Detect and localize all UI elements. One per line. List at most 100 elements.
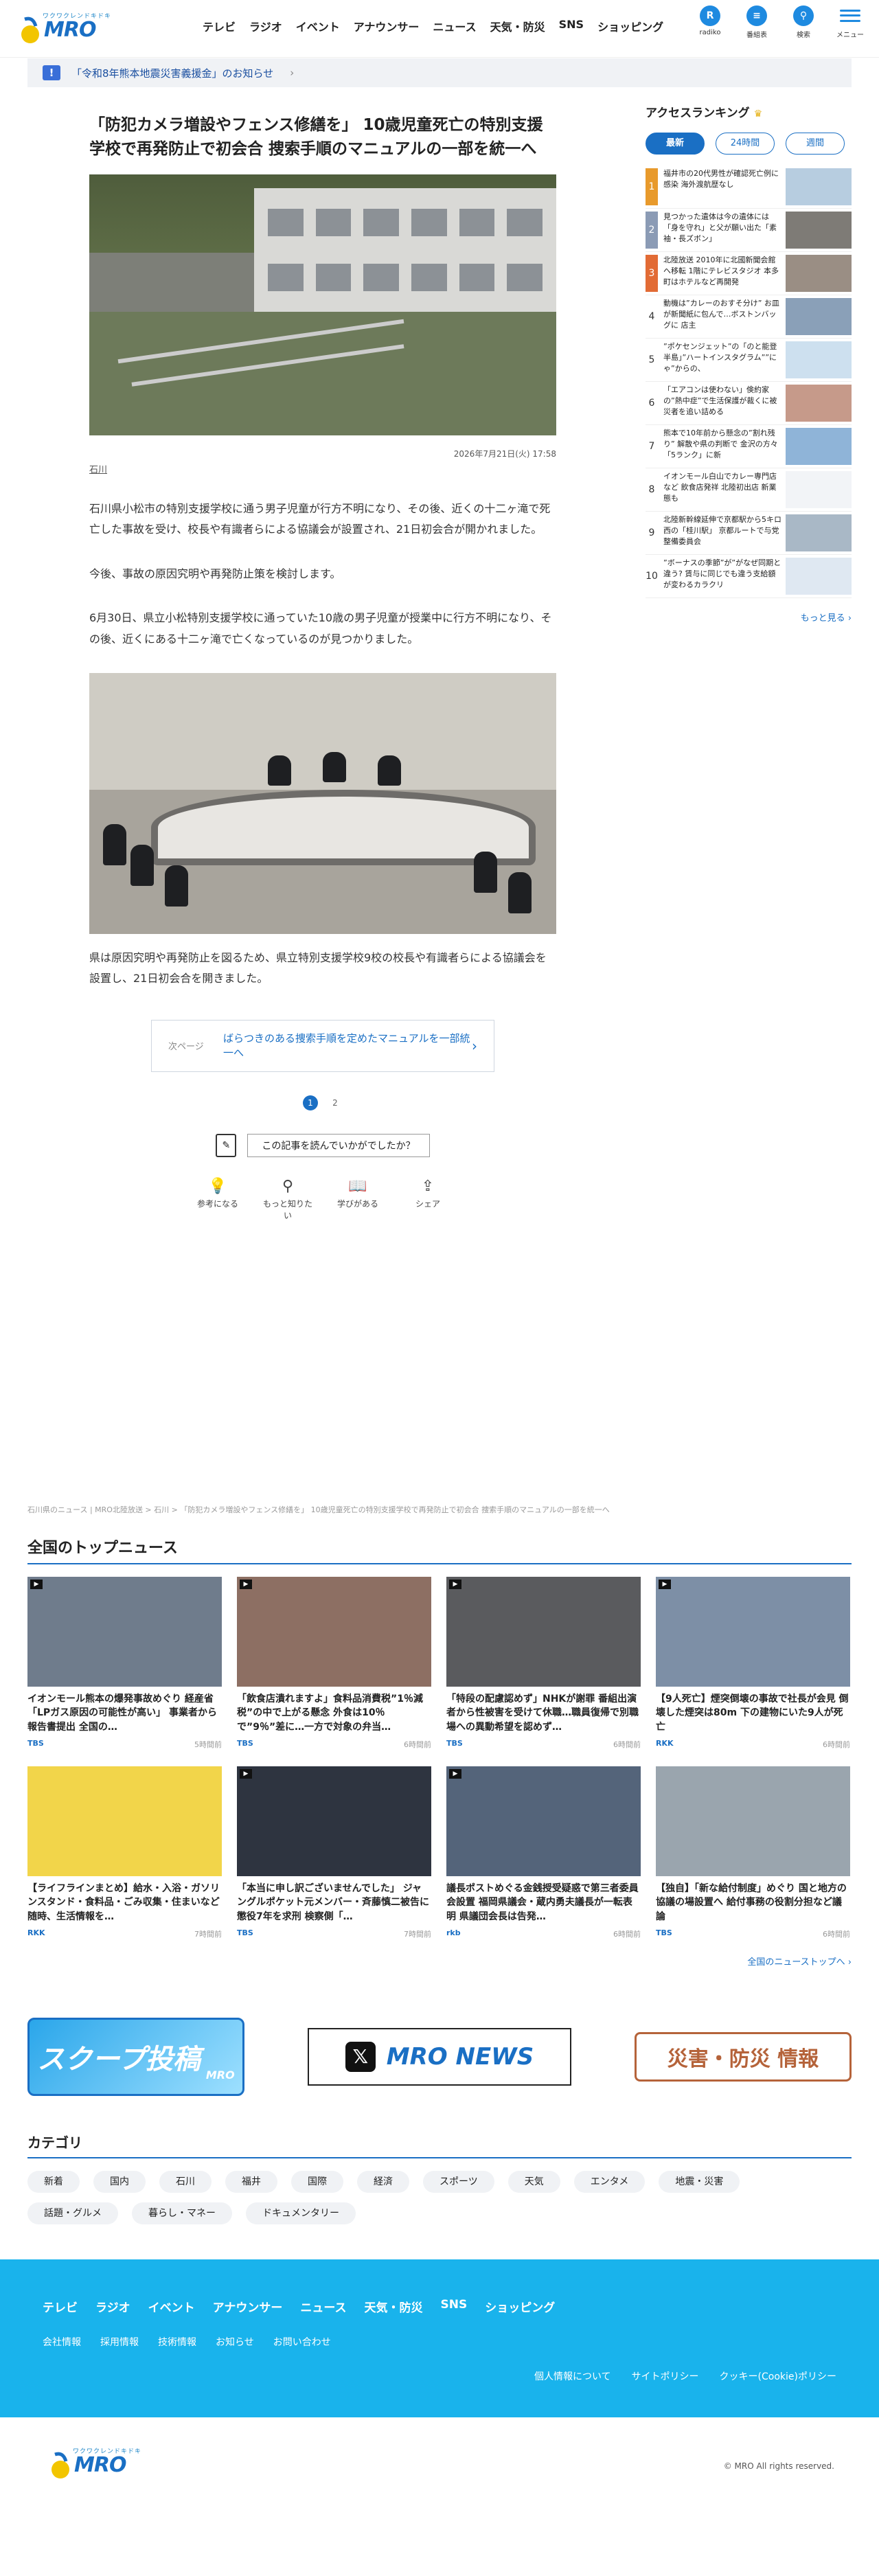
news-card[interactable]: ▶ 議長ポストめぐる金銭授受疑惑で第三者委員会設置 福岡県議会・蔵内勇夫議長が一転… xyxy=(446,1766,641,1939)
news-card[interactable]: ▶ 「飲食店潰れますよ」食料品消費税”1％減税”の中で上がる懸念 外食は10％で”… xyxy=(237,1577,431,1750)
news-time: 5時間前 xyxy=(194,1740,222,1749)
ranking-item[interactable]: 10 ”ボーナスの季節”が”がなぜ同期と違う? 賃与に同じでも違う支給額が変わるカ… xyxy=(646,555,852,598)
share-button[interactable]: ⇪ シェア xyxy=(402,1178,454,1221)
category-chip[interactable]: ドキュメンタリー xyxy=(246,2202,356,2224)
scoop-post-banner[interactable]: スクープ投稿 MRO xyxy=(27,2018,244,2096)
category-chip[interactable]: 福井 xyxy=(225,2171,277,2193)
footer-sub-nav: 会社情報 採用情報 技術情報 お知らせ お問い合わせ xyxy=(43,2335,331,2349)
footer-nav-weather[interactable]: 天気・防災 xyxy=(365,2298,423,2315)
footer-recruit-link[interactable]: 採用情報 xyxy=(100,2335,139,2349)
search-button[interactable]: ⚲ 検索 xyxy=(788,5,819,39)
category-chip[interactable]: 地震・災害 xyxy=(659,2171,740,2193)
share-icon: ⇪ xyxy=(421,1177,435,1195)
ranking-item[interactable]: 4 動機は”カレーのおすそ分け” お皿が新聞紙に包んで…ボストンバッグに 店主 xyxy=(646,295,852,339)
news-card[interactable]: 【ライフラインまとめ】給水・入浴・ガソリンスタンド・食料品・ごみ収集・住まいなど… xyxy=(27,1766,222,1939)
news-card[interactable]: 【独自】「新な給付制度」めぐり 国と地方の協議の場設置へ 給付事務の役割分担など… xyxy=(656,1766,850,1939)
reaction-useful-button[interactable]: 💡 参考になる xyxy=(192,1178,244,1221)
x-banner-text: MRO NEWS xyxy=(386,2043,534,2071)
footer-nav-tv[interactable]: テレビ xyxy=(43,2298,78,2315)
top-news-more-link[interactable]: 全国のニューストップへ › xyxy=(27,1954,852,1968)
ranking-item[interactable]: 8 イオンモール白山でカレー専門店など 飲食店発祥 北陸初出店 新業態も xyxy=(646,468,852,512)
category-chip[interactable]: スポーツ xyxy=(423,2171,494,2193)
breadcrumb[interactable]: 石川県のニュース | MRO北陸放送 > 石川 > 「防犯カメラ増設やフェンス修… xyxy=(27,1504,852,1515)
article-area-link[interactable]: 石川 xyxy=(89,462,556,475)
category-chip[interactable]: 石川 xyxy=(159,2171,212,2193)
tab-24h[interactable]: 24時間 xyxy=(716,133,775,155)
page-2[interactable]: 2 xyxy=(328,1095,343,1110)
news-card[interactable]: ▶ 「本当に申し訳ございませんでした」 ジャングルポケット元メンバー・斉藤慎二被告… xyxy=(237,1766,431,1939)
notice-text: 「令和8年熊本地震災害義援金」のお知らせ xyxy=(71,67,274,80)
cookie-policy-link[interactable]: クッキー(Cookie)ポリシー xyxy=(720,2369,836,2383)
footer-nav-announcer[interactable]: アナウンサー xyxy=(213,2298,283,2315)
footer-company-link[interactable]: 会社情報 xyxy=(43,2335,81,2349)
category-chip[interactable]: 国際 xyxy=(291,2171,343,2193)
footer-nav-event[interactable]: イベント xyxy=(148,2298,195,2315)
radiko-label: radiko xyxy=(699,29,721,36)
category-chip[interactable]: 天気 xyxy=(507,2171,560,2193)
ranking-thumbnail xyxy=(786,341,852,378)
category-chip[interactable]: 暮らし・マネー xyxy=(132,2202,232,2224)
news-time: 6時間前 xyxy=(823,1740,850,1749)
footer-contact-link[interactable]: お問い合わせ xyxy=(273,2335,331,2349)
site-logo[interactable]: ワクワクレンドキドキ MRO xyxy=(19,10,115,48)
category-chip[interactable]: エンタメ xyxy=(573,2171,646,2193)
footer-nav-radio[interactable]: ラジオ xyxy=(95,2298,130,2315)
radiko-button[interactable]: Rradiko xyxy=(695,5,725,39)
category-chip[interactable]: 経済 xyxy=(357,2171,409,2193)
news-card[interactable]: ▶ 【9人死亡】煙突倒壊の事故で社長が会見 倒壊した煙突は80m 下の建物にいた9… xyxy=(656,1577,850,1750)
ranking-item[interactable]: 5 ”ポケセンジェット”の「のと能登半島」”ハートインスタグラム””にゃ”からの、 xyxy=(646,339,852,382)
nav-item-weather[interactable]: 天気・防災 xyxy=(490,18,545,34)
category-chip[interactable]: 話題・グルメ xyxy=(27,2202,118,2224)
news-source: TBS xyxy=(27,1739,44,1748)
nav-item-radio[interactable]: ラジオ xyxy=(249,18,282,34)
site-policy-link[interactable]: サイトポリシー xyxy=(632,2369,699,2383)
news-thumbnail: ▶ xyxy=(656,1577,850,1687)
footer-nav-sns[interactable]: SNS xyxy=(441,2298,468,2315)
notice-banner[interactable]: ! 「令和8年熊本地震災害義援金」のお知らせ › xyxy=(27,58,852,87)
footer-tech-link[interactable]: 技術情報 xyxy=(158,2335,196,2349)
program-guide-button[interactable]: ≡ 番組表 xyxy=(742,5,772,39)
article: 「防犯カメラ増設やフェンス修繕を」 10歳児童死亡の特別支援学校で再発防止で初会… xyxy=(89,113,556,1221)
tab-weekly[interactable]: 週間 xyxy=(786,133,845,155)
nav-item-news[interactable]: ニュース xyxy=(433,18,476,34)
footer-nav-shopping[interactable]: ショッピング xyxy=(485,2298,555,2315)
ranking-more-link[interactable]: もっと見る › xyxy=(646,611,852,624)
crown-icon: ♛ xyxy=(753,109,763,119)
nav-item-sns[interactable]: SNS xyxy=(559,18,584,34)
footer-notice-link[interactable]: お知らせ xyxy=(216,2335,254,2349)
ranking-item-text: 北陸新幹線延伸で京都駅から5キロ西の「桂川駅」 京都ルートで与党整備委員会 xyxy=(663,515,781,546)
footer-nav-news[interactable]: ニュース xyxy=(300,2298,346,2315)
ranking-thumbnail xyxy=(786,514,852,551)
disaster-info-banner[interactable]: 災害・防災 情報 xyxy=(635,2032,852,2082)
privacy-link[interactable]: 個人情報について xyxy=(534,2369,611,2383)
ranking-item[interactable]: 1 福井市の20代男性が確認死亡例に感染 海外渡航歴なし xyxy=(646,166,852,209)
page-1[interactable]: 1 xyxy=(303,1095,318,1110)
tab-latest[interactable]: 最新 xyxy=(646,133,705,155)
ranking-item[interactable]: 9 北陸新幹線延伸で京都駅から5キロ西の「桂川駅」 京都ルートで与党整備委員会 xyxy=(646,512,852,555)
ranking-item[interactable]: 6 「エアコンは使わない」倹約家の”熱中症”で生活保護が裁くに被災者を追い詰める xyxy=(646,382,852,425)
news-title: 議長ポストめぐる金銭授受疑惑で第三者委員会設置 福岡県議会・蔵内勇夫議長が一転表… xyxy=(446,1883,639,1922)
nav-item-announcer[interactable]: アナウンサー xyxy=(354,18,420,34)
video-play-icon: ▶ xyxy=(659,1580,671,1589)
article-paragraph: 今後、事故の原因究明や再発防止策を検討します。 xyxy=(89,567,341,580)
news-card[interactable]: ▶ 「特段の配慮認めず」NHKが謝罪 番組出演者から性被害を受けて休職…職員復帰で… xyxy=(446,1577,641,1750)
news-card[interactable]: ▶ イオンモール熊本の爆発事故めぐり 経産省「LPガス原因の可能性が高い」 事業者… xyxy=(27,1577,222,1750)
mro-news-x-banner[interactable]: 𝕏 MRO NEWS xyxy=(308,2028,571,2086)
news-source: RKK xyxy=(656,1739,674,1748)
category-chip[interactable]: 新着 xyxy=(27,2171,80,2193)
ranking-item-text: イオンモール白山でカレー専門店など 飲食店発祥 北陸初出店 新業態も xyxy=(663,472,777,503)
ranking-item[interactable]: 7 熊本で10年前から懸念の”割れ残り” 解散や県の判断で 金沢の方々「5ランク」… xyxy=(646,425,852,468)
ranking-item[interactable]: 3 北陸放送 2010年に北國新聞会館へ移転 1階にテレビスタジオ 本多町はホテル… xyxy=(646,252,852,295)
header-icons: Rradiko ≡ 番組表 ⚲ 検索 メニュー xyxy=(695,5,865,39)
category-chip[interactable]: 国内 xyxy=(93,2171,146,2193)
reaction-more-button[interactable]: ⚲ もっと知りたい xyxy=(262,1178,314,1221)
news-time: 6時間前 xyxy=(613,1740,641,1749)
menu-button[interactable]: メニュー xyxy=(835,5,865,39)
nav-item-event[interactable]: イベント xyxy=(296,18,340,34)
ranking-item[interactable]: 2 見つかった遺体は今の遺体には「身を守れ」と父が願い出た「素袖・長ズボン」 xyxy=(646,209,852,252)
nav-item-tv[interactable]: テレビ xyxy=(203,18,236,34)
reaction-learn-button[interactable]: 📖 学びがある xyxy=(332,1178,384,1221)
footer-logo[interactable]: ワクワクレンドキドキ MRO xyxy=(49,2445,146,2483)
next-page-link[interactable]: 次ページ ばらつきのある捜索手順を定めたマニュアルを一部統一へ › xyxy=(151,1019,494,1072)
nav-item-shopping[interactable]: ショッピング xyxy=(597,18,663,34)
